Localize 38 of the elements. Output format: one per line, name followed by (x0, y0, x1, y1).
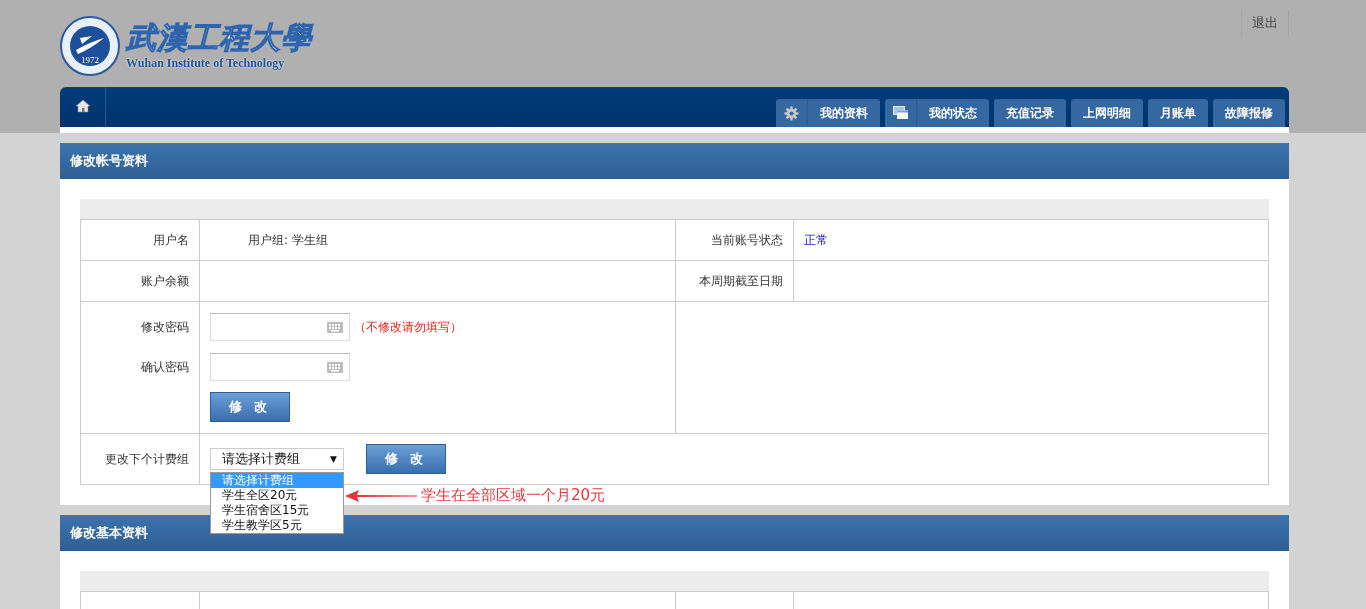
submit-button[interactable]: 修 改 (210, 392, 290, 422)
logout-link[interactable]: 退出 (1241, 10, 1289, 36)
logo-title: 武漢工程大學 (126, 20, 312, 56)
nav-tab[interactable]: 故障报修 (1213, 99, 1285, 127)
nav-tab[interactable]: 充值记录 (994, 99, 1066, 127)
dropdown-option[interactable]: 请选择计费组 (211, 473, 343, 488)
field-label: 确认密码 (141, 359, 189, 376)
panel-title: 修改基本资料 (70, 524, 148, 542)
field-label: 用户名 (153, 231, 189, 249)
nav-tab[interactable]: 我的资料 (776, 99, 880, 127)
panel-title: 修改帐号资料 (70, 152, 148, 170)
field-label: 当前账号状态 (711, 231, 783, 249)
field-label: 修改密码 (141, 319, 189, 336)
field-label: 更改下个计费组 (105, 450, 189, 468)
arrow-icon (345, 489, 417, 502)
field-label: 账户余额 (141, 272, 189, 290)
windows-icon (892, 106, 909, 120)
dropdown-option[interactable]: 学生全区20元 (211, 488, 343, 503)
field-label: 本周期截至日期 (699, 272, 783, 290)
keyboard-icon (327, 361, 343, 373)
keyboard-icon (327, 321, 343, 333)
dropdown-option[interactable]: 学生宿舍区15元 (211, 503, 343, 518)
logo-subtitle: Wuhan Institute of Technology (126, 56, 286, 71)
password-field[interactable] (210, 313, 350, 341)
nav-tab[interactable]: 上网明细 (1071, 99, 1143, 127)
confirm-password-field[interactable] (210, 353, 350, 381)
submit-button[interactable]: 修 改 (366, 444, 446, 474)
field-value: 用户组: 学生组 (248, 231, 328, 249)
house-icon (74, 99, 91, 113)
dropdown-option[interactable]: 学生教学区5元 (211, 518, 343, 533)
gear-icon (784, 105, 799, 121)
status-value: 正常 (804, 231, 828, 249)
nav-tab[interactable]: 我的状态 (885, 99, 989, 127)
annotation-text: 学生在全部区域一个月20元 (421, 486, 606, 505)
logo-seal-icon: 1972 (60, 15, 120, 76)
billing-group-select[interactable]: 请选择计费组 ▼ (210, 448, 344, 470)
nav-tab[interactable]: 月账单 (1148, 99, 1208, 127)
password-hint: （不修改请勿填写） (354, 318, 462, 336)
